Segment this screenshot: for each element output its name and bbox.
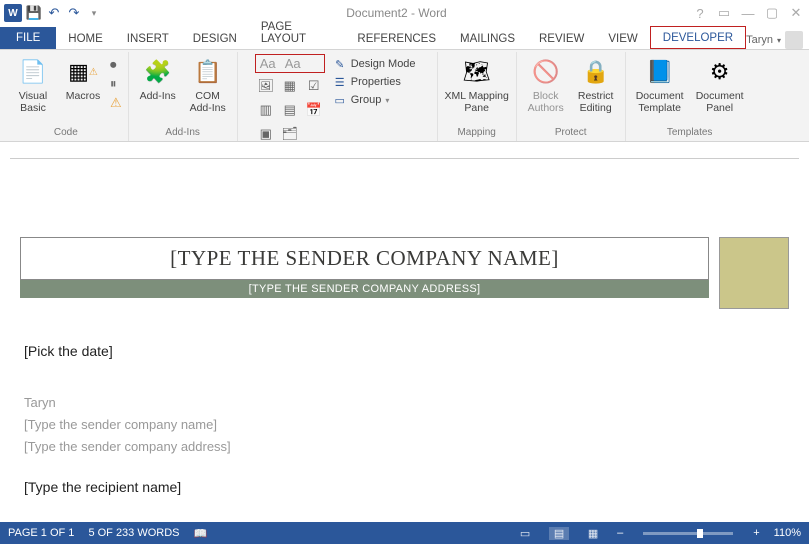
ribbon-tabs: FILE HOME INSERT DESIGN PAGE LAYOUT REFE… <box>0 26 809 50</box>
block-authors-button[interactable]: 🚫 Block Authors <box>523 54 569 114</box>
picture-control-icon[interactable]: 🖼 <box>255 75 277 97</box>
building-block-control-icon[interactable]: ▦ <box>279 75 301 97</box>
tab-design[interactable]: DESIGN <box>181 28 249 49</box>
xml-mapping-icon: 🗺 <box>461 56 493 88</box>
account-user-name: Taryn <box>746 34 773 46</box>
date-field[interactable]: [Pick the date] <box>24 341 785 363</box>
print-layout-icon[interactable]: ▤ <box>549 527 569 540</box>
window-title: Document2 - Word <box>102 6 691 20</box>
zoom-level[interactable]: 110% <box>774 527 801 539</box>
text-controls-highlight: Aa Aa <box>255 54 325 73</box>
document-panel-button[interactable]: ⚙ Document Panel <box>692 54 748 114</box>
quick-access-toolbar: W 💾 ↶ ↷ ▾ <box>4 4 102 22</box>
group-controls: Aa Aa 🖼 ▦ ☑ ▥ ▤ 📅 ▣ 🗂 ✎Design Mode ☰Pro <box>238 52 438 141</box>
com-addins-icon: 📋 <box>192 56 224 88</box>
sender-company-line[interactable]: [Type the sender company name] <box>24 415 785 435</box>
logo-placeholder[interactable] <box>719 237 789 309</box>
sender-company-address-field[interactable]: [TYPE THE SENDER COMPANY ADDRESS] <box>20 280 709 298</box>
web-layout-icon[interactable]: ▦ <box>583 527 603 540</box>
datepicker-control-icon[interactable]: 📅 <box>303 99 325 121</box>
combobox-control-icon[interactable]: ▥ <box>255 99 277 121</box>
xml-mapping-button[interactable]: 🗺 XML Mapping Pane <box>444 54 510 114</box>
zoom-out-icon[interactable]: – <box>617 527 623 539</box>
document-page: [TYPE THE SENDER COMPANY NAME] [TYPE THE… <box>10 158 799 499</box>
word-count[interactable]: 5 OF 233 WORDS <box>88 527 179 539</box>
word-app-icon: W <box>4 4 22 22</box>
document-template-icon: 📘 <box>644 56 676 88</box>
status-bar: PAGE 1 OF 1 5 OF 233 WORDS 📖 ▭ ▤ ▦ – + 1… <box>0 522 809 544</box>
group-addins: 🧩 Add-Ins 📋 COM Add-Ins Add-Ins <box>129 52 238 141</box>
group-icon: ▭ <box>333 93 347 107</box>
redo-icon[interactable]: ↷ <box>66 5 82 21</box>
record-macro-icon[interactable]: ⏺ <box>110 57 122 73</box>
document-area[interactable]: [TYPE THE SENDER COMPANY NAME] [TYPE THE… <box>0 142 809 522</box>
window-controls: ? ▭ — ▢ ✕ <box>691 5 805 21</box>
avatar <box>785 31 803 49</box>
minimize-icon[interactable]: — <box>739 6 757 21</box>
help-icon[interactable]: ? <box>691 6 709 21</box>
visual-basic-icon: 📄 <box>17 56 49 88</box>
undo-icon[interactable]: ↶ <box>46 5 62 21</box>
addins-button[interactable]: 🧩 Add-Ins <box>135 54 181 102</box>
page-indicator[interactable]: PAGE 1 OF 1 <box>8 527 74 539</box>
recipient-name-field[interactable]: [Type the recipient name] <box>24 477 785 499</box>
tab-view[interactable]: VIEW <box>596 28 649 49</box>
macros-button[interactable]: ▦⚠ Macros <box>60 54 106 102</box>
document-template-button[interactable]: 📘 Document Template <box>632 54 688 114</box>
sender-company-name-field[interactable]: [TYPE THE SENDER COMPANY NAME] <box>20 237 709 280</box>
account-user[interactable]: Taryn ▾ <box>746 31 803 49</box>
qat-dropdown-icon[interactable]: ▾ <box>86 5 102 21</box>
controls-options: ✎Design Mode ☰Properties ▭Group▾ <box>329 54 420 108</box>
tab-file[interactable]: FILE <box>0 27 56 49</box>
addins-icon: 🧩 <box>142 56 174 88</box>
sender-name-field[interactable]: Taryn <box>24 393 785 413</box>
group-button[interactable]: ▭Group▾ <box>329 92 420 108</box>
design-mode-icon: ✎ <box>333 57 347 71</box>
plain-text-control-icon[interactable]: Aa <box>282 54 304 73</box>
tab-home[interactable]: HOME <box>56 28 115 49</box>
visual-basic-button[interactable]: 📄 Visual Basic <box>10 54 56 114</box>
tab-review[interactable]: REVIEW <box>527 28 596 49</box>
com-addins-button[interactable]: 📋 COM Add-Ins <box>185 54 231 114</box>
restrict-editing-button[interactable]: 🔒 Restrict Editing <box>573 54 619 114</box>
save-icon[interactable]: 💾 <box>26 5 42 21</box>
title-bar: W 💾 ↶ ↷ ▾ Document2 - Word ? ▭ — ▢ ✕ <box>0 0 809 26</box>
pause-macro-icon[interactable]: ⏸ <box>110 76 122 92</box>
tab-page-layout[interactable]: PAGE LAYOUT <box>249 16 346 49</box>
group-code: 📄 Visual Basic ▦⚠ Macros ⏺ ⏸ ⚠ Code <box>4 52 129 141</box>
sender-address-line[interactable]: [Type the sender company address] <box>24 437 785 457</box>
dropdown-control-icon[interactable]: ▤ <box>279 99 301 121</box>
checkbox-control-icon[interactable]: ☑ <box>303 75 325 97</box>
ribbon-options-icon[interactable]: ▭ <box>715 5 733 21</box>
read-mode-icon[interactable]: ▭ <box>515 527 535 540</box>
block-authors-icon: 🚫 <box>530 56 562 88</box>
chevron-down-icon: ▾ <box>385 96 389 105</box>
group-templates: 📘 Document Template ⚙ Document Panel Tem… <box>626 52 754 141</box>
group-protect: 🚫 Block Authors 🔒 Restrict Editing Prote… <box>517 52 626 141</box>
close-icon[interactable]: ✕ <box>787 5 805 21</box>
group-mapping: 🗺 XML Mapping Pane Mapping <box>438 52 517 141</box>
zoom-in-icon[interactable]: + <box>753 527 759 539</box>
macro-security-icon[interactable]: ⚠ <box>110 95 122 111</box>
chevron-down-icon: ▾ <box>777 36 781 45</box>
document-panel-icon: ⚙ <box>704 56 736 88</box>
ribbon: 📄 Visual Basic ▦⚠ Macros ⏺ ⏸ ⚠ Code 🧩 Ad… <box>0 50 809 142</box>
tab-developer[interactable]: DEVELOPER <box>650 26 746 49</box>
properties-button[interactable]: ☰Properties <box>329 74 420 90</box>
controls-gallery: Aa Aa 🖼 ▦ ☑ ▥ ▤ 📅 ▣ 🗂 <box>255 54 325 145</box>
tab-insert[interactable]: INSERT <box>115 28 181 49</box>
macros-icon: ▦⚠ <box>67 56 99 88</box>
design-mode-button[interactable]: ✎Design Mode <box>329 56 420 72</box>
tab-mailings[interactable]: MAILINGS <box>448 28 527 49</box>
tab-references[interactable]: REFERENCES <box>345 28 448 49</box>
maximize-icon[interactable]: ▢ <box>763 5 781 21</box>
proofing-icon[interactable]: 📖 <box>194 527 208 540</box>
properties-icon: ☰ <box>333 75 347 89</box>
restrict-editing-icon: 🔒 <box>580 56 612 88</box>
zoom-slider[interactable] <box>643 532 733 535</box>
rich-text-control-icon[interactable]: Aa <box>257 54 279 73</box>
